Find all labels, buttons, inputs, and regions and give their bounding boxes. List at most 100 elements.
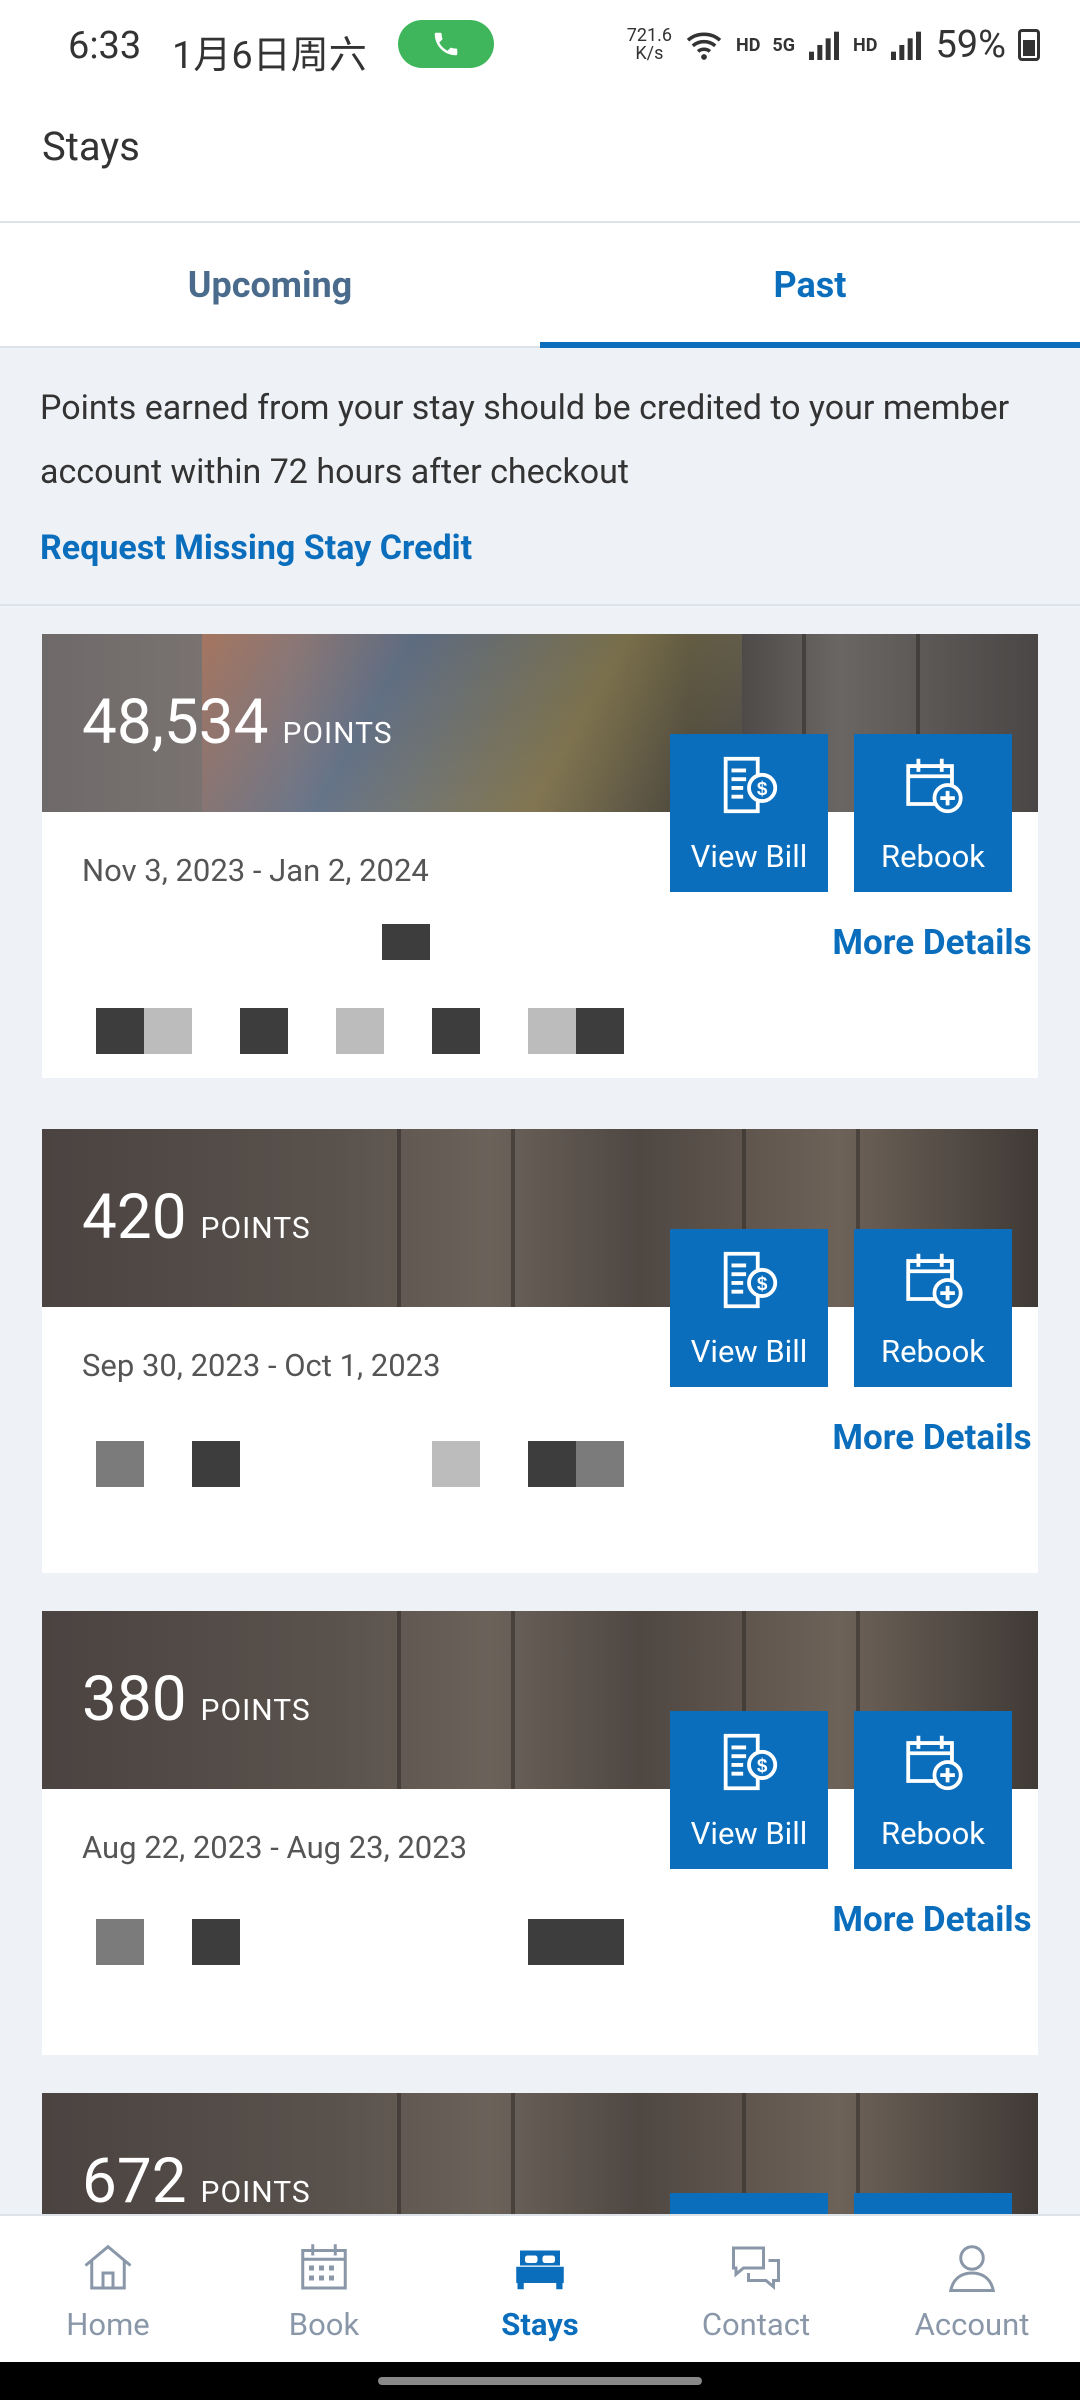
stay-dates: Nov 3, 2023 - Jan 2, 2024 — [82, 852, 429, 889]
page-title: Stays — [42, 123, 140, 170]
status-bar: 6:33 1月6日周六 721.6 K/s HD 5G HD 59% — [0, 0, 1080, 95]
rebook-button[interactable] — [854, 2193, 1012, 2214]
bed-icon — [516, 2250, 564, 2290]
points-value: 48,534 — [82, 686, 269, 759]
redacted-address — [144, 1008, 192, 1054]
nav-stays[interactable]: Stays — [432, 2216, 648, 2362]
redacted-address — [576, 1008, 624, 1054]
stay-dates: Aug 22, 2023 - Aug 23, 2023 — [82, 1829, 468, 1866]
redacted-hotel-name — [96, 1441, 144, 1487]
signal-icon — [809, 31, 840, 60]
view-bill-button[interactable]: $ View Bill — [670, 734, 828, 892]
stay-card: 48,534 POINTS Nov 3, 2023 - Jan 2, 2024 … — [42, 634, 1038, 1078]
signal-icon-2 — [891, 31, 922, 60]
battery-percent: 59% — [935, 23, 1006, 67]
svg-text:$: $ — [757, 1274, 768, 1295]
view-bill-label: View Bill — [690, 1333, 808, 1370]
view-bill-button[interactable]: $ View Bill — [670, 1229, 828, 1387]
redacted-address — [528, 1008, 576, 1054]
nav-account[interactable]: Account — [864, 2216, 1080, 2362]
redacted-address — [240, 1008, 288, 1054]
svg-text:$: $ — [757, 1756, 768, 1777]
system-gesture-bar — [0, 2362, 1080, 2400]
network-type-label-2: HD — [853, 34, 878, 56]
redacted-address — [432, 1008, 480, 1054]
rebook-button[interactable]: Rebook — [854, 1229, 1012, 1387]
redacted-hotel-name — [382, 924, 430, 960]
calendar-add-icon — [906, 1253, 963, 1309]
rebook-label: Rebook — [880, 838, 986, 875]
points-earned: 420 POINTS — [82, 1181, 311, 1254]
points-label: POINTS — [200, 2175, 311, 2210]
points-label: POINTS — [282, 716, 393, 751]
points-value: 672 — [82, 2145, 187, 2214]
more-details-link[interactable]: More Details — [832, 1899, 1032, 1941]
app-header: Stays — [0, 95, 1080, 223]
points-label: POINTS — [200, 1693, 311, 1728]
tab-upcoming[interactable]: Upcoming — [0, 223, 540, 346]
rebook-button[interactable]: Rebook — [854, 734, 1012, 892]
nav-home-label: Home — [66, 2306, 150, 2343]
request-missing-credit-link[interactable]: Request Missing Stay Credit — [40, 528, 472, 568]
rebook-label: Rebook — [880, 1815, 986, 1852]
points-earned: 48,534 POINTS — [82, 686, 393, 759]
redacted-address — [336, 1008, 384, 1054]
bill-icon: $ — [723, 1733, 778, 1791]
stay-card: 420 POINTS Sep 30, 2023 - Oct 1, 2023 $ … — [42, 1129, 1038, 1573]
ongoing-call-indicator[interactable] — [398, 20, 494, 68]
redacted-hotel-name — [192, 1919, 240, 1965]
rebook-button[interactable]: Rebook — [854, 1711, 1012, 1869]
status-time: 6:33 — [68, 24, 142, 68]
redacted-hotel-name — [528, 1441, 576, 1487]
view-bill-button[interactable] — [670, 2193, 828, 2214]
redacted-hotel-name — [96, 1919, 144, 1965]
calendar-icon — [301, 2244, 347, 2290]
points-earned: 380 POINTS — [82, 1663, 311, 1736]
battery-icon — [1018, 29, 1040, 61]
bill-icon: $ — [723, 1251, 778, 1309]
home-indicator[interactable] — [378, 2377, 702, 2385]
view-bill-label: View Bill — [690, 838, 808, 875]
user-icon — [948, 2245, 996, 2292]
home-icon — [84, 2244, 132, 2290]
redacted-hotel-name — [576, 1441, 624, 1487]
points-value: 380 — [82, 1663, 187, 1736]
nav-contact[interactable]: Contact — [648, 2216, 864, 2362]
calendar-add-icon — [906, 758, 963, 814]
stay-card: 380 POINTS Aug 22, 2023 - Aug 23, 2023 $… — [42, 1611, 1038, 2055]
view-bill-button[interactable]: $ View Bill — [670, 1711, 828, 1869]
nav-book-label: Book — [288, 2306, 360, 2343]
wifi-icon — [686, 32, 722, 60]
nav-home[interactable]: Home — [0, 2216, 216, 2362]
nav-contact-label: Contact — [701, 2306, 811, 2343]
status-date: 1月6日周六 — [172, 34, 367, 78]
points-label: POINTS — [200, 1211, 311, 1246]
svg-text:$: $ — [757, 779, 768, 800]
phone-icon — [434, 32, 458, 56]
view-bill-label: View Bill — [690, 1815, 808, 1852]
points-earned: 672 POINTS — [82, 2145, 311, 2214]
notice-text: Points earned from your stay should be c… — [40, 388, 1010, 492]
chat-icon — [732, 2246, 780, 2290]
redacted-hotel-name — [528, 1919, 624, 1965]
points-value: 420 — [82, 1181, 187, 1254]
tab-past[interactable]: Past — [540, 223, 1080, 348]
network-5g-label: 5G — [772, 34, 796, 56]
stays-tabs: Upcoming Past — [0, 223, 1080, 348]
bottom-navigation: Home Book Stays Contact Account — [0, 2214, 1080, 2362]
more-details-link[interactable]: More Details — [832, 1417, 1032, 1459]
stay-card: 672 POINTS — [42, 2093, 1038, 2214]
network-type-label: HD — [736, 34, 761, 56]
network-speed: 721.6 K/s — [626, 25, 672, 64]
nav-book[interactable]: Book — [216, 2216, 432, 2362]
rebook-label: Rebook — [880, 1333, 986, 1370]
more-details-link[interactable]: More Details — [832, 922, 1032, 964]
redacted-address — [96, 1008, 144, 1054]
nav-account-label: Account — [914, 2306, 1030, 2343]
calendar-add-icon — [906, 1735, 963, 1791]
redacted-hotel-name — [192, 1441, 240, 1487]
redacted-hotel-name — [432, 1441, 480, 1487]
stay-dates: Sep 30, 2023 - Oct 1, 2023 — [82, 1347, 441, 1384]
points-notice: Points earned from your stay should be c… — [0, 348, 1080, 606]
nav-stays-label: Stays — [501, 2306, 579, 2343]
